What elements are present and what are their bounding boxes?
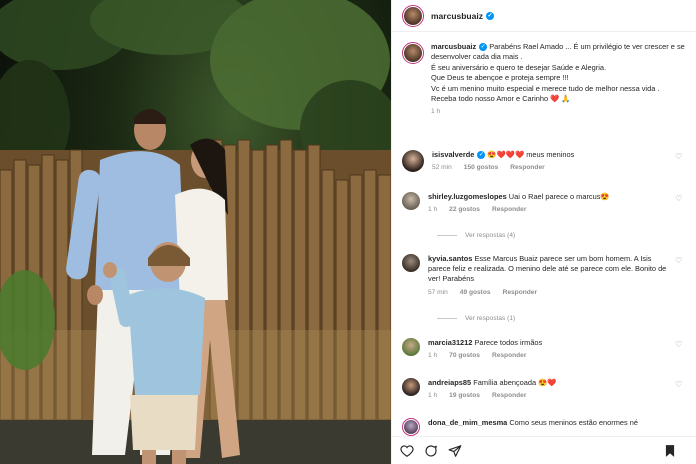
heart-icon[interactable]: ♡ bbox=[675, 195, 683, 203]
avatar[interactable] bbox=[402, 418, 420, 436]
avatar[interactable] bbox=[402, 4, 424, 27]
reply-button[interactable]: Responder bbox=[492, 391, 526, 401]
comment-item: isisvalverde ✓ 😍❤️❤️❤️ meus meninos 52 mi… bbox=[402, 150, 687, 173]
family-photo-illustration bbox=[0, 0, 391, 464]
verified-icon: ✓ bbox=[477, 151, 486, 160]
heart-icon[interactable]: ♡ bbox=[675, 153, 683, 161]
comment-item: marcia31212 Parece todos irmãos 1 h 70 go… bbox=[402, 338, 687, 361]
reply-button[interactable]: Responder bbox=[492, 205, 526, 215]
caption-body: marcusbuaiz ✓ Parabéns Rael Amado ... É u… bbox=[431, 42, 687, 118]
reply-button[interactable]: Responder bbox=[510, 163, 544, 173]
view-replies[interactable]: Ver respostas (4) bbox=[437, 232, 515, 239]
comment-item: andreiaps85 Família abençoada 😍❤️ 1 h 19 … bbox=[402, 378, 687, 401]
view-replies[interactable]: Ver respostas (1) bbox=[437, 315, 515, 322]
share-icon[interactable] bbox=[448, 444, 462, 458]
comment-likes[interactable]: 19 gostos bbox=[449, 391, 480, 401]
comment-time: 57 min bbox=[428, 288, 448, 296]
comment-user[interactable]: kyvia.santos bbox=[428, 254, 472, 263]
comment-text: Como seus meninos estão enormes né bbox=[509, 418, 638, 427]
verified-icon: ✓ bbox=[485, 12, 494, 21]
avatar[interactable] bbox=[402, 338, 420, 356]
caption-line: Receba todo nosso Amor e Carinho ❤️ 🙏 bbox=[431, 94, 571, 104]
bookmark-icon[interactable] bbox=[663, 444, 677, 458]
comment-text: Família abençoada 😍❤️ bbox=[473, 378, 557, 387]
comment-time: 52 min bbox=[432, 164, 452, 172]
comment-icon[interactable] bbox=[424, 444, 438, 458]
comment-item: dona_de_mim_mesma Como seus meninos estã… bbox=[402, 418, 687, 436]
heart-icon[interactable]: ♡ bbox=[675, 381, 683, 389]
avatar[interactable] bbox=[402, 192, 420, 210]
avatar[interactable] bbox=[402, 42, 424, 64]
comment-likes[interactable]: 150 gostos bbox=[464, 163, 498, 173]
verified-icon: ✓ bbox=[479, 43, 488, 52]
comment-user[interactable]: isisvalverde bbox=[432, 150, 474, 159]
comment-user[interactable]: shirley.luzgomeslopes bbox=[428, 192, 507, 201]
comment-text: Uai o Rael parece o marcus😍 bbox=[508, 192, 610, 201]
reply-button[interactable]: Responder bbox=[503, 288, 537, 298]
avatar[interactable] bbox=[402, 254, 420, 272]
reply-button[interactable]: Responder bbox=[492, 351, 526, 361]
comment-time: 1 h bbox=[428, 206, 438, 214]
post-photo[interactable] bbox=[0, 0, 391, 464]
comment-text: 😍❤️❤️❤️ meus meninos bbox=[487, 150, 575, 159]
post-time: 1 h bbox=[431, 108, 441, 116]
avatar[interactable] bbox=[402, 378, 420, 396]
comment-user[interactable]: andreiaps85 bbox=[428, 378, 471, 387]
heart-icon[interactable] bbox=[400, 444, 414, 458]
comment-item: kyvia.santos Esse Marcus Buaiz parece se… bbox=[402, 254, 687, 298]
comment-likes[interactable]: 49 gostos bbox=[460, 288, 491, 298]
caption-line: É seu aniversário e quero te desejar Saú… bbox=[431, 62, 607, 72]
post-caption: marcusbuaiz ✓ Parabéns Rael Amado ... É u… bbox=[402, 42, 687, 118]
comment-time: 1 h bbox=[428, 352, 438, 360]
caption-line: Vc é um menino muito especial e merece t… bbox=[431, 83, 660, 93]
post-header: marcusbuaiz ✓ bbox=[392, 0, 696, 32]
comment-likes[interactable]: 70 gostos bbox=[449, 351, 480, 361]
comment-user[interactable]: dona_de_mim_mesma bbox=[428, 418, 507, 427]
avatar[interactable] bbox=[402, 150, 424, 172]
comments-pane: marcusbuaiz ✓ marcusbuaiz ✓ Parabéns Rael … bbox=[391, 0, 696, 464]
comment-user[interactable]: marcia31212 bbox=[428, 338, 472, 347]
post-author[interactable]: marcusbuaiz ✓ bbox=[431, 11, 494, 21]
comment-text: Parece todos irmãos bbox=[474, 338, 543, 347]
caption-author[interactable]: marcusbuaiz bbox=[431, 42, 476, 51]
heart-icon[interactable]: ♡ bbox=[675, 257, 683, 265]
comment-item: shirley.luzgomeslopes Uai o Rael parece … bbox=[402, 192, 687, 215]
heart-icon[interactable]: ♡ bbox=[675, 341, 683, 349]
post-actions bbox=[392, 436, 696, 464]
caption-line: Que Deus te abençoe e proteja sempre !!! bbox=[431, 73, 569, 83]
comment-time: 1 h bbox=[428, 392, 438, 400]
comment-likes[interactable]: 22 gostos bbox=[449, 205, 480, 215]
